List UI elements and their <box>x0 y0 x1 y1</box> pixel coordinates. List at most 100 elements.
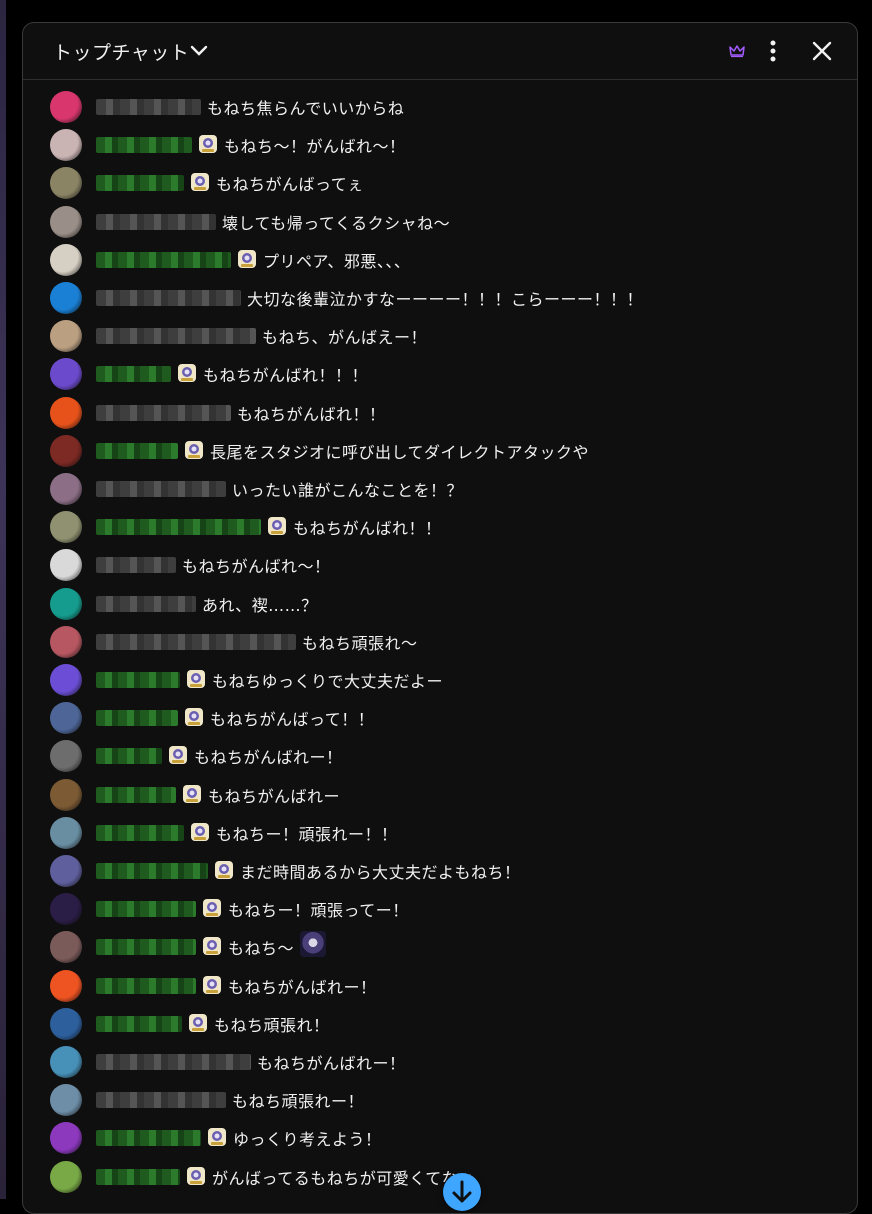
avatar[interactable] <box>50 1007 82 1040</box>
avatar[interactable] <box>50 1084 82 1117</box>
chat-message[interactable]: もねちー！頑張ってー！ <box>23 885 857 926</box>
author-name[interactable] <box>96 404 231 421</box>
avatar[interactable] <box>50 358 82 391</box>
chat-message[interactable]: 長尾をスタジオに呼び出してダイレクトアタックや <box>23 427 857 467</box>
chat-mode-title[interactable]: トップチャット <box>53 38 189 65</box>
avatar[interactable] <box>50 816 82 849</box>
chat-message[interactable]: もねちがんばれ！！ <box>23 389 857 429</box>
author-name[interactable] <box>96 672 180 688</box>
author-name[interactable] <box>96 939 196 956</box>
chat-message[interactable]: 壊しても帰ってくるクシャね〜 <box>23 198 857 238</box>
chevron-down-icon[interactable] <box>189 41 209 61</box>
crown-icon[interactable] <box>729 44 745 58</box>
author-name[interactable] <box>96 863 208 879</box>
chat-message[interactable]: 大切な後輩泣かすなーーーー！！！こらーーー！！！ <box>23 274 857 314</box>
chat-message[interactable]: もねち〜 <box>23 923 857 964</box>
chat-message[interactable]: あれ、禊……？ <box>23 580 857 620</box>
avatar[interactable] <box>50 549 82 582</box>
avatar[interactable] <box>50 1122 82 1155</box>
avatar[interactable] <box>50 664 82 696</box>
avatar[interactable] <box>50 893 82 926</box>
avatar[interactable] <box>50 855 82 887</box>
author-name[interactable] <box>96 824 184 841</box>
avatar[interactable] <box>50 129 82 162</box>
chat-message[interactable]: もねちがんばってぇ <box>23 159 857 200</box>
avatar[interactable] <box>50 167 82 200</box>
chat-message[interactable]: もねち焦らんでいいからね <box>23 83 857 123</box>
chat-message[interactable]: プリペア、邪悪、、、 <box>23 236 857 276</box>
avatar[interactable] <box>50 91 82 123</box>
chat-message-list[interactable]: もねち焦らんでいいからね もねち〜！がんばれ〜！ もねちがんばってぇ 壊しても帰ってく… <box>23 81 857 1213</box>
avatar[interactable] <box>50 740 82 773</box>
avatar[interactable] <box>50 396 82 429</box>
chat-message[interactable]: まだ時間あるから大丈夫だよもねち！ <box>23 847 857 887</box>
kebab-menu-icon[interactable] <box>768 39 778 63</box>
avatar[interactable] <box>50 434 82 467</box>
chat-message[interactable]: もねち頑張れ〜 <box>23 618 857 658</box>
avatar[interactable] <box>50 702 82 735</box>
author-name[interactable] <box>96 786 176 803</box>
author-name[interactable] <box>96 99 201 115</box>
message-text: もねち〜 <box>228 939 295 959</box>
avatar[interactable] <box>50 1160 82 1193</box>
author-name[interactable] <box>96 213 216 230</box>
chat-message[interactable]: もねちがんばって！！ <box>23 694 857 735</box>
author-name[interactable] <box>96 366 171 383</box>
author-name[interactable] <box>96 633 296 650</box>
author-name[interactable] <box>96 1054 251 1070</box>
author-name[interactable] <box>96 1092 226 1109</box>
avatar[interactable] <box>50 778 82 811</box>
chat-message[interactable]: もねち頑張れ！ <box>23 1000 857 1040</box>
chat-message[interactable]: もねちがんばれー！ <box>23 1038 857 1078</box>
chat-message[interactable]: もねち〜！がんばれ〜！ <box>23 121 857 162</box>
author-name[interactable] <box>96 175 184 192</box>
chat-message[interactable]: もねちがんばれ！！ <box>23 503 857 544</box>
author-name[interactable] <box>96 901 196 918</box>
chat-message[interactable]: もねち頑張れー！ <box>23 1076 857 1117</box>
author-name[interactable] <box>96 290 241 306</box>
chat-message[interactable]: ゆっくり考えよう！ <box>23 1114 857 1155</box>
author-name[interactable] <box>96 1015 182 1032</box>
author-name[interactable] <box>96 977 196 994</box>
avatar[interactable] <box>50 243 82 276</box>
author-name[interactable] <box>96 710 178 727</box>
chat-message[interactable]: もねちー！頑張れー！！ <box>23 809 857 849</box>
avatar[interactable] <box>50 587 82 620</box>
message-text: まだ時間あるから大丈夫だよもねち！ <box>240 863 521 882</box>
avatar[interactable] <box>50 511 82 544</box>
message-text: ゆっくり考えよう！ <box>233 1130 382 1150</box>
author-name[interactable] <box>96 442 178 459</box>
author-name[interactable] <box>96 595 196 612</box>
close-icon[interactable] <box>812 41 832 61</box>
avatar[interactable] <box>50 969 82 1002</box>
chat-message[interactable]: もねちゆっくりで大丈夫だよー <box>23 656 857 696</box>
chat-message[interactable]: いったい誰がこんなことを！？ <box>23 465 857 505</box>
message-text: がんばってるもねちが可愛くてなぁ <box>212 1168 475 1188</box>
avatar[interactable] <box>50 931 82 964</box>
author-name[interactable] <box>96 137 192 154</box>
avatar[interactable] <box>50 1046 82 1078</box>
message-text: あれ、禊……？ <box>202 595 318 615</box>
avatar[interactable] <box>50 282 82 314</box>
message-text: もねちー！頑張ってー！ <box>228 901 409 921</box>
author-name[interactable] <box>96 1130 201 1147</box>
author-name[interactable] <box>96 251 231 268</box>
avatar[interactable] <box>50 320 82 353</box>
chat-message[interactable]: もねちがんばれー <box>23 771 857 811</box>
chat-message[interactable]: もねち、がんばえー！ <box>23 312 857 353</box>
avatar[interactable] <box>50 625 82 658</box>
chat-message[interactable]: もねちがんばれー！ <box>23 732 857 773</box>
author-name[interactable] <box>96 748 162 765</box>
author-name[interactable] <box>96 481 226 497</box>
scroll-to-bottom-button[interactable] <box>443 1173 481 1211</box>
author-name[interactable] <box>96 557 176 574</box>
chat-message[interactable]: もねちがんばれ〜！ <box>23 541 857 582</box>
author-name[interactable] <box>96 1168 180 1185</box>
chat-message[interactable]: もねちがんばれ！！！ <box>23 350 857 391</box>
chat-message[interactable]: もねちがんばれー！ <box>23 962 857 1002</box>
author-name[interactable] <box>96 519 261 536</box>
chat-message[interactable]: がんばってるもねちが可愛くてなぁ <box>23 1153 857 1193</box>
author-name[interactable] <box>96 328 256 345</box>
avatar[interactable] <box>50 473 82 505</box>
avatar[interactable] <box>50 205 82 238</box>
